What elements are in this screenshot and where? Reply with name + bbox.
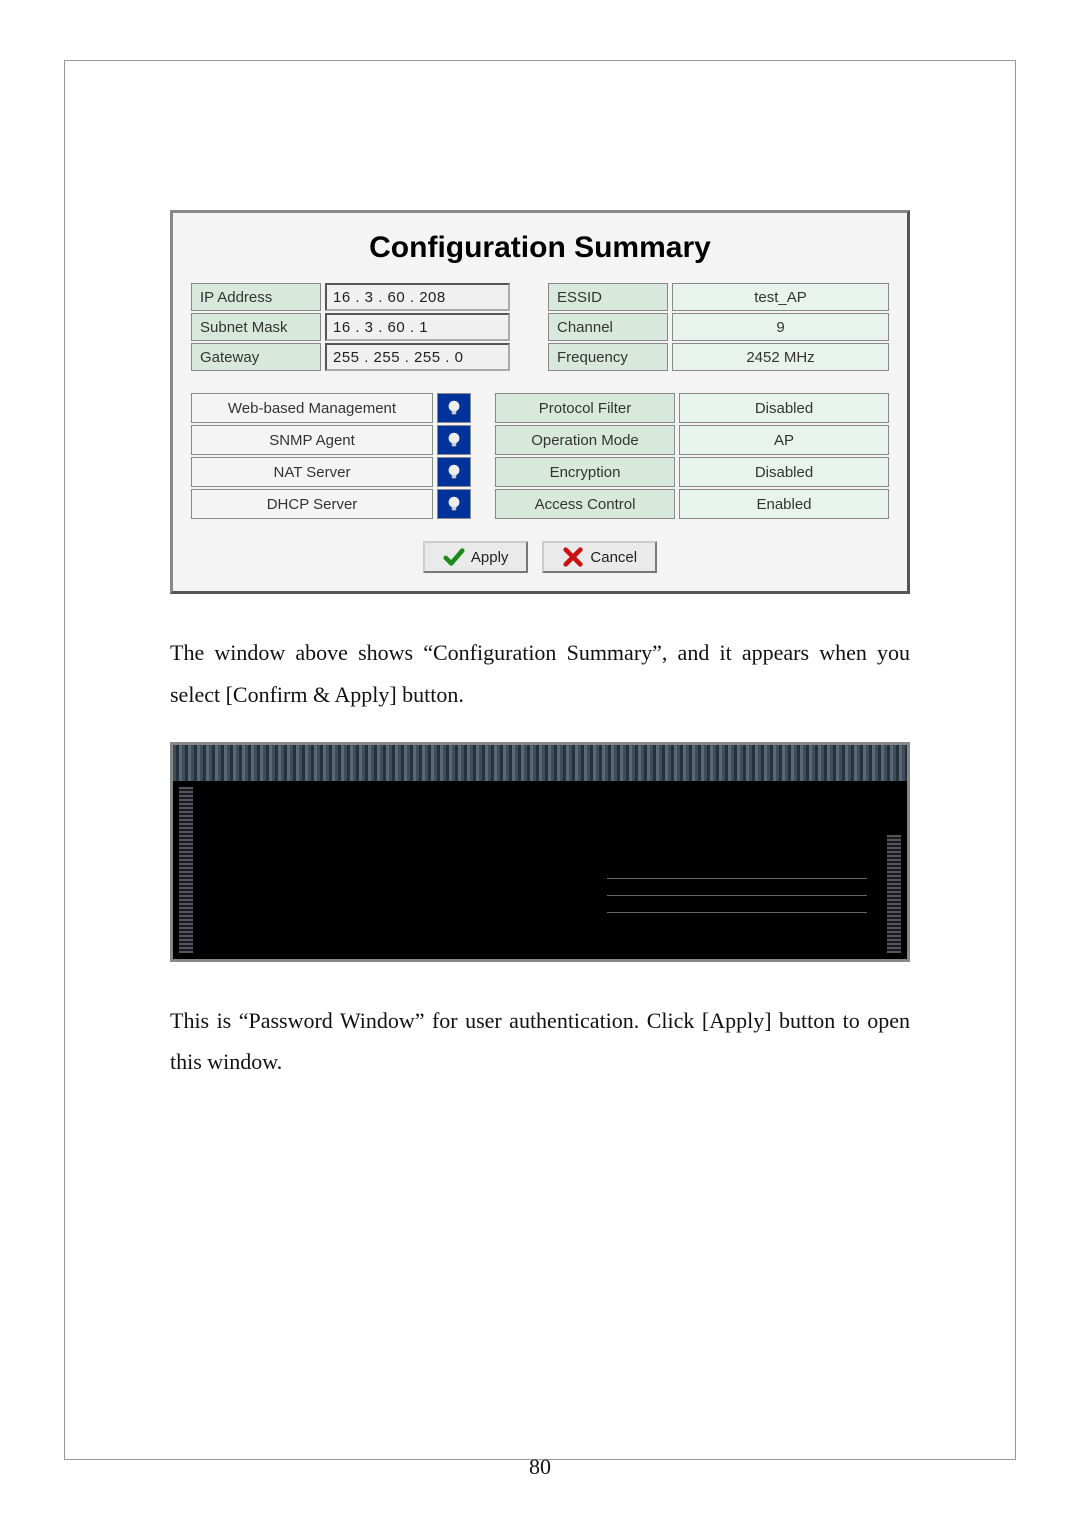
label-operation-mode: Operation Mode <box>495 425 675 455</box>
button-row: Apply Cancel <box>173 519 907 591</box>
page-number: 80 <box>0 1454 1080 1480</box>
paragraph-1: The window above shows “Configuration Su… <box>170 632 910 716</box>
label-essid: ESSID <box>548 283 668 311</box>
label-subnet-mask: Subnet Mask <box>191 313 321 341</box>
status-bulb-nat <box>437 457 471 487</box>
value-frequency: 2452 MHz <box>672 343 889 371</box>
label-dhcp-server: DHCP Server <box>191 489 433 519</box>
config-summary-window: Configuration Summary IP Address 16 . 3 … <box>170 210 910 594</box>
row-nat: NAT Server Encryption Disabled <box>191 457 889 487</box>
password-window-screenshot <box>170 742 910 962</box>
label-access-control: Access Control <box>495 489 675 519</box>
bulb-icon <box>445 495 463 513</box>
row-gateway: Gateway 255 . 255 . 255 . 0 Frequency 24… <box>191 343 889 371</box>
value-access-control: Enabled <box>679 489 889 519</box>
bulb-icon <box>445 399 463 417</box>
label-snmp-agent: SNMP Agent <box>191 425 433 455</box>
dark-stripes-left <box>179 787 193 953</box>
network-section: IP Address 16 . 3 . 60 . 208 ESSID test_… <box>173 283 907 371</box>
label-gateway: Gateway <box>191 343 321 371</box>
features-section: Web-based Management Protocol Filter Dis… <box>173 393 907 519</box>
value-ip-address[interactable]: 16 . 3 . 60 . 208 <box>325 283 510 311</box>
apply-button[interactable]: Apply <box>423 541 529 573</box>
status-bulb-web <box>437 393 471 423</box>
label-encryption: Encryption <box>495 457 675 487</box>
status-bulb-snmp <box>437 425 471 455</box>
apply-label: Apply <box>471 549 509 566</box>
label-channel: Channel <box>548 313 668 341</box>
page-content: Configuration Summary IP Address 16 . 3 … <box>170 210 910 1083</box>
label-nat-server: NAT Server <box>191 457 433 487</box>
window-title: Configuration Summary <box>173 213 907 283</box>
label-frequency: Frequency <box>548 343 668 371</box>
value-protocol-filter: Disabled <box>679 393 889 423</box>
row-web-management: Web-based Management Protocol Filter Dis… <box>191 393 889 423</box>
row-snmp: SNMP Agent Operation Mode AP <box>191 425 889 455</box>
x-icon <box>562 546 584 568</box>
cancel-button[interactable]: Cancel <box>542 541 657 573</box>
cancel-label: Cancel <box>590 549 637 566</box>
check-icon <box>443 546 465 568</box>
value-subnet-mask[interactable]: 16 . 3 . 60 . 1 <box>325 313 510 341</box>
value-essid: test_AP <box>672 283 889 311</box>
bulb-icon <box>445 431 463 449</box>
value-gateway[interactable]: 255 . 255 . 255 . 0 <box>325 343 510 371</box>
bulb-icon <box>445 463 463 481</box>
row-dhcp: DHCP Server Access Control Enabled <box>191 489 889 519</box>
dark-titlebar <box>173 745 907 781</box>
row-subnet: Subnet Mask 16 . 3 . 60 . 1 Channel 9 <box>191 313 889 341</box>
dark-stripes-right <box>887 835 901 953</box>
value-channel: 9 <box>672 313 889 341</box>
status-bulb-dhcp <box>437 489 471 519</box>
label-web-management: Web-based Management <box>191 393 433 423</box>
value-operation-mode: AP <box>679 425 889 455</box>
value-encryption: Disabled <box>679 457 889 487</box>
label-ip-address: IP Address <box>191 283 321 311</box>
dark-lines <box>607 862 867 929</box>
label-protocol-filter: Protocol Filter <box>495 393 675 423</box>
row-ip: IP Address 16 . 3 . 60 . 208 ESSID test_… <box>191 283 889 311</box>
paragraph-2: This is “Password Window” for user authe… <box>170 1000 910 1084</box>
